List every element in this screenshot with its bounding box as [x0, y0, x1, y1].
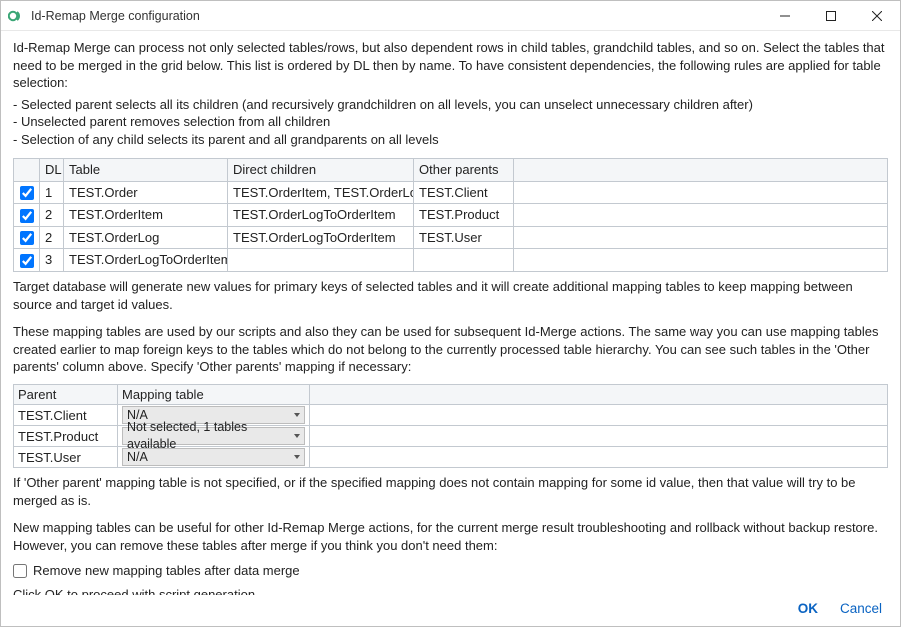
remove-mapping-checkbox[interactable]: [13, 564, 27, 578]
col-header-spacer: [514, 159, 888, 182]
cell-table: TEST.OrderItem: [64, 204, 228, 227]
row-select-checkbox[interactable]: [20, 186, 34, 200]
cell-table: TEST.OrderLog: [64, 226, 228, 249]
rule-3: - Selection of any child selects its par…: [13, 131, 888, 149]
table-row[interactable]: 3 TEST.OrderLogToOrderItem: [14, 249, 888, 272]
cell-other: [414, 249, 514, 272]
col-header-mapping[interactable]: Mapping table: [118, 384, 310, 405]
post-paragraph-1: If 'Other parent' mapping table is not s…: [13, 474, 888, 509]
tables-grid: DL Table Direct children Other parents 1…: [13, 158, 888, 272]
col-header-check: [14, 159, 40, 182]
cell-table: TEST.OrderLogToOrderItem: [64, 249, 228, 272]
cell-other: TEST.Product: [414, 204, 514, 227]
minimize-icon: [780, 11, 790, 21]
rule-1: - Selected parent selects all its childr…: [13, 96, 888, 114]
col-header-dl[interactable]: DL: [40, 159, 64, 182]
row-select-checkbox[interactable]: [20, 209, 34, 223]
row-select-checkbox[interactable]: [20, 231, 34, 245]
remove-mapping-label[interactable]: Remove new mapping tables after data mer…: [33, 562, 300, 580]
ok-button[interactable]: OK: [798, 601, 818, 616]
close-button[interactable]: [854, 1, 900, 30]
mapping-grid: Parent Mapping table TEST.Client N/A TES…: [13, 384, 888, 469]
mid-paragraph-2: These mapping tables are used by our scr…: [13, 323, 888, 376]
cell-dl: 2: [40, 204, 64, 227]
window-controls: [762, 1, 900, 30]
table-row[interactable]: 2 TEST.OrderLog TEST.OrderLogToOrderItem…: [14, 226, 888, 249]
mapping-grid-header-row: Parent Mapping table: [14, 384, 888, 405]
cancel-button[interactable]: Cancel: [840, 601, 882, 616]
table-row[interactable]: 1 TEST.Order TEST.OrderItem, TEST.OrderL…: [14, 181, 888, 204]
cell-parent: TEST.Client: [14, 405, 118, 426]
table-row[interactable]: 2 TEST.OrderItem TEST.OrderLogToOrderIte…: [14, 204, 888, 227]
mapping-table-select[interactable]: Not selected, 1 tables available: [122, 427, 305, 445]
dialog-content: Id-Remap Merge can process not only sele…: [1, 31, 900, 595]
mapping-row[interactable]: TEST.User N/A: [14, 447, 888, 468]
cell-dl: 3: [40, 249, 64, 272]
titlebar: Id-Remap Merge configuration: [1, 1, 900, 31]
cell-other: TEST.Client: [414, 181, 514, 204]
proceed-paragraph: Click OK to proceed with script generati…: [13, 586, 888, 595]
cell-children: TEST.OrderLogToOrderItem: [228, 204, 414, 227]
mapping-table-select[interactable]: N/A: [122, 448, 305, 466]
dialog-window: Id-Remap Merge configuration Id-Remap Me…: [0, 0, 901, 627]
cell-table: TEST.Order: [64, 181, 228, 204]
app-icon: [7, 7, 25, 25]
row-select-checkbox[interactable]: [20, 254, 34, 268]
intro-paragraph: Id-Remap Merge can process not only sele…: [13, 39, 888, 92]
remove-mapping-option: Remove new mapping tables after data mer…: [13, 562, 888, 580]
col-header-children[interactable]: Direct children: [228, 159, 414, 182]
dialog-footer: OK Cancel: [1, 595, 900, 626]
cell-children: TEST.OrderLogToOrderItem: [228, 226, 414, 249]
col-header-table[interactable]: Table: [64, 159, 228, 182]
cell-parent: TEST.Product: [14, 426, 118, 447]
cell-dl: 2: [40, 226, 64, 249]
col-header-spacer: [310, 384, 888, 405]
maximize-button[interactable]: [808, 1, 854, 30]
selection-rules: - Selected parent selects all its childr…: [13, 96, 888, 149]
maximize-icon: [826, 11, 836, 21]
cell-children: TEST.OrderItem, TEST.OrderLog: [228, 181, 414, 204]
post-paragraph-2: New mapping tables can be useful for oth…: [13, 519, 888, 554]
cell-other: TEST.User: [414, 226, 514, 249]
tables-grid-header-row: DL Table Direct children Other parents: [14, 159, 888, 182]
minimize-button[interactable]: [762, 1, 808, 30]
mid-paragraph-1: Target database will generate new values…: [13, 278, 888, 313]
cell-parent: TEST.User: [14, 447, 118, 468]
col-header-parent[interactable]: Parent: [14, 384, 118, 405]
window-title: Id-Remap Merge configuration: [31, 9, 762, 23]
cell-dl: 1: [40, 181, 64, 204]
rule-2: - Unselected parent removes selection fr…: [13, 113, 888, 131]
mapping-row[interactable]: TEST.Product Not selected, 1 tables avai…: [14, 426, 888, 447]
cell-children: [228, 249, 414, 272]
col-header-other[interactable]: Other parents: [414, 159, 514, 182]
close-icon: [872, 11, 882, 21]
